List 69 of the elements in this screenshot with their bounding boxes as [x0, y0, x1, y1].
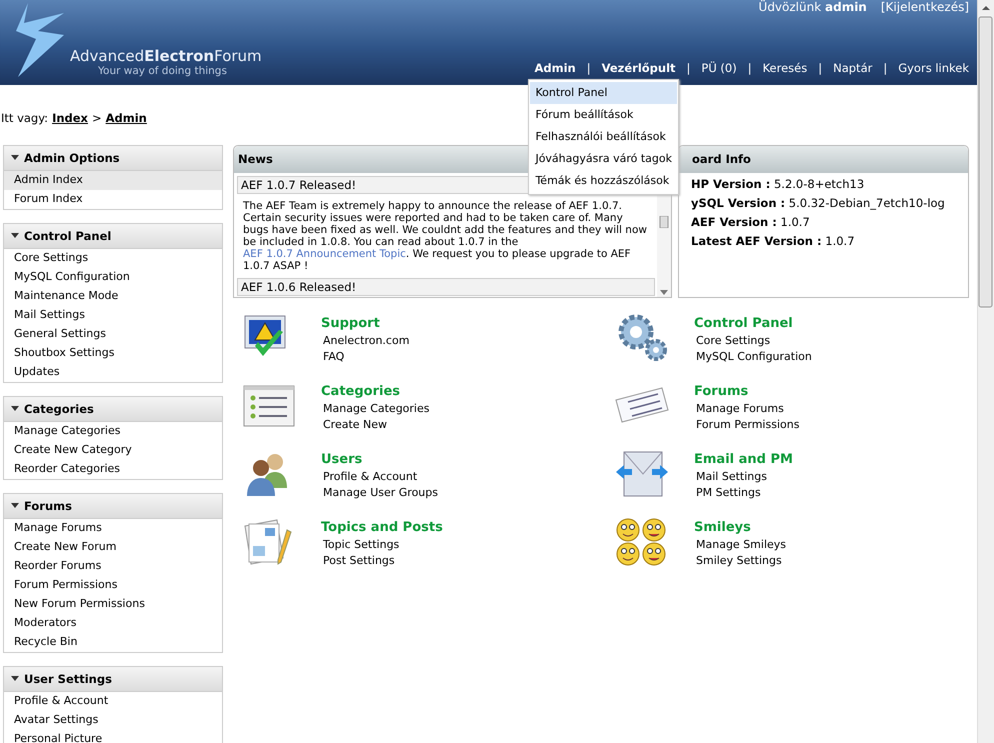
- shortcut-link[interactable]: PM Settings: [696, 486, 793, 499]
- section-link[interactable]: Smileys: [694, 520, 786, 535]
- triangle-icon[interactable]: [10, 154, 20, 162]
- nav-separator: |: [818, 61, 822, 75]
- nav-link[interactable]: PÜ (0): [701, 61, 737, 75]
- section-link[interactable]: Topics and Posts: [321, 520, 443, 535]
- shortcut-link[interactable]: MySQL Configuration: [696, 350, 812, 363]
- menu-item[interactable]: Fórum beállítások: [530, 104, 678, 126]
- triangle-icon[interactable]: [10, 502, 20, 510]
- panel-title: Control Panel: [24, 229, 112, 243]
- panel-title: Categories: [24, 402, 94, 416]
- section-link[interactable]: Support: [321, 316, 410, 331]
- shortcut-link[interactable]: FAQ: [323, 350, 410, 363]
- welcome-text: Üdvözlünk admin: [758, 0, 867, 14]
- shortcut-link[interactable]: Create New: [323, 418, 430, 431]
- panel-title: Forums: [24, 499, 72, 513]
- scroll-down-icon[interactable]: [660, 290, 668, 295]
- nav-separator: |: [586, 61, 591, 75]
- scroll-thumb[interactable]: [659, 216, 669, 228]
- shortcut-link[interactable]: Mail Settings: [696, 470, 793, 483]
- shortcut-link[interactable]: Manage User Groups: [323, 486, 438, 499]
- section-link[interactable]: Email and PM: [694, 452, 793, 467]
- panel-title: User Settings: [24, 672, 112, 686]
- logo-tagline: Your way of doing things: [98, 65, 228, 77]
- section-link[interactable]: Control Panel: [694, 316, 812, 331]
- shortcut-link[interactable]: Smiley Settings: [696, 554, 786, 567]
- nav-link[interactable]: Admin: [534, 61, 576, 75]
- menu-item[interactable]: Felhasználói beállítások: [530, 126, 678, 148]
- breadcrumb-label: Itt vagy:: [1, 111, 48, 125]
- shortcut-link[interactable]: Manage Forums: [696, 402, 800, 415]
- triangle-icon[interactable]: [10, 232, 20, 240]
- page-scrollbar[interactable]: [977, 0, 994, 743]
- shortcut-link[interactable]: Core Settings: [696, 334, 812, 347]
- triangle-icon[interactable]: [10, 405, 20, 413]
- breadcrumb-link[interactable]: Admin: [106, 111, 147, 125]
- section-link[interactable]: Users: [321, 452, 438, 467]
- section-link[interactable]: Forums: [694, 384, 800, 399]
- shortcut-link[interactable]: Manage Smileys: [696, 538, 786, 551]
- panel-title: Admin Options: [24, 151, 120, 165]
- breadcrumb-link[interactable]: Index: [52, 111, 88, 125]
- scroll-thumb[interactable]: [978, 16, 994, 308]
- shortcut-link[interactable]: Manage Categories: [323, 402, 430, 415]
- section-link[interactable]: Categories: [321, 384, 430, 399]
- nav-separator: |: [748, 61, 752, 75]
- nav-separator: |: [883, 61, 888, 75]
- nav-link[interactable]: Vezérlőpult: [602, 61, 676, 75]
- nav-link[interactable]: Naptár: [833, 61, 872, 75]
- nav-link[interactable]: Gyors linkek: [898, 61, 970, 75]
- announcement-link[interactable]: AEF 1.0.7 Announcement Topic: [243, 248, 406, 260]
- breadcrumb-separator: >: [92, 111, 102, 125]
- shortcut-link[interactable]: Profile & Account: [323, 470, 438, 483]
- info-row-text: ySQL Version : 5.0.32-Debian_7etch10-log: [691, 196, 946, 210]
- panel-title: oard Info: [679, 146, 968, 173]
- info-row-text: HP Version : 5.2.0-8+etch13: [691, 177, 866, 191]
- info-row-text: AEF Version : 1.0.7: [691, 215, 811, 229]
- shortcut-link[interactable]: Anelectron.com: [323, 334, 410, 347]
- shortcut-link[interactable]: Forum Permissions: [696, 418, 800, 431]
- news-title: AEF 1.0.6 Released!: [237, 278, 655, 296]
- news-text: The AEF Team is extremely happy to announce the release of AEF 1.0.7. Certain security issues were reported and had to be taken care of. Many bugs have been fixed as well. We couldnt add the features and they will now be included in 1.0.8. You can read about 1.0.7 in the AEF 1.0.7 Announcement Topic. We request you to please upgrade to AEF 1.0.7 ASAP !: [242, 200, 648, 272]
- menu-item[interactable]: Kontrol Panel: [530, 82, 678, 104]
- shortcut-link[interactable]: Post Settings: [323, 554, 443, 567]
- logo-text: AdvancedElectronForum: [70, 47, 262, 65]
- info-row-text: Latest AEF Version : 1.0.7: [691, 234, 856, 248]
- sidebar-item[interactable]: Admin Index: [4, 171, 222, 190]
- triangle-icon[interactable]: [10, 675, 20, 683]
- logout-link[interactable]: [Kijelentkezés]: [880, 0, 970, 14]
- nav-separator: |: [686, 61, 690, 75]
- shortcut-link[interactable]: Topic Settings: [323, 538, 443, 551]
- nav-link[interactable]: Keresés: [762, 61, 808, 75]
